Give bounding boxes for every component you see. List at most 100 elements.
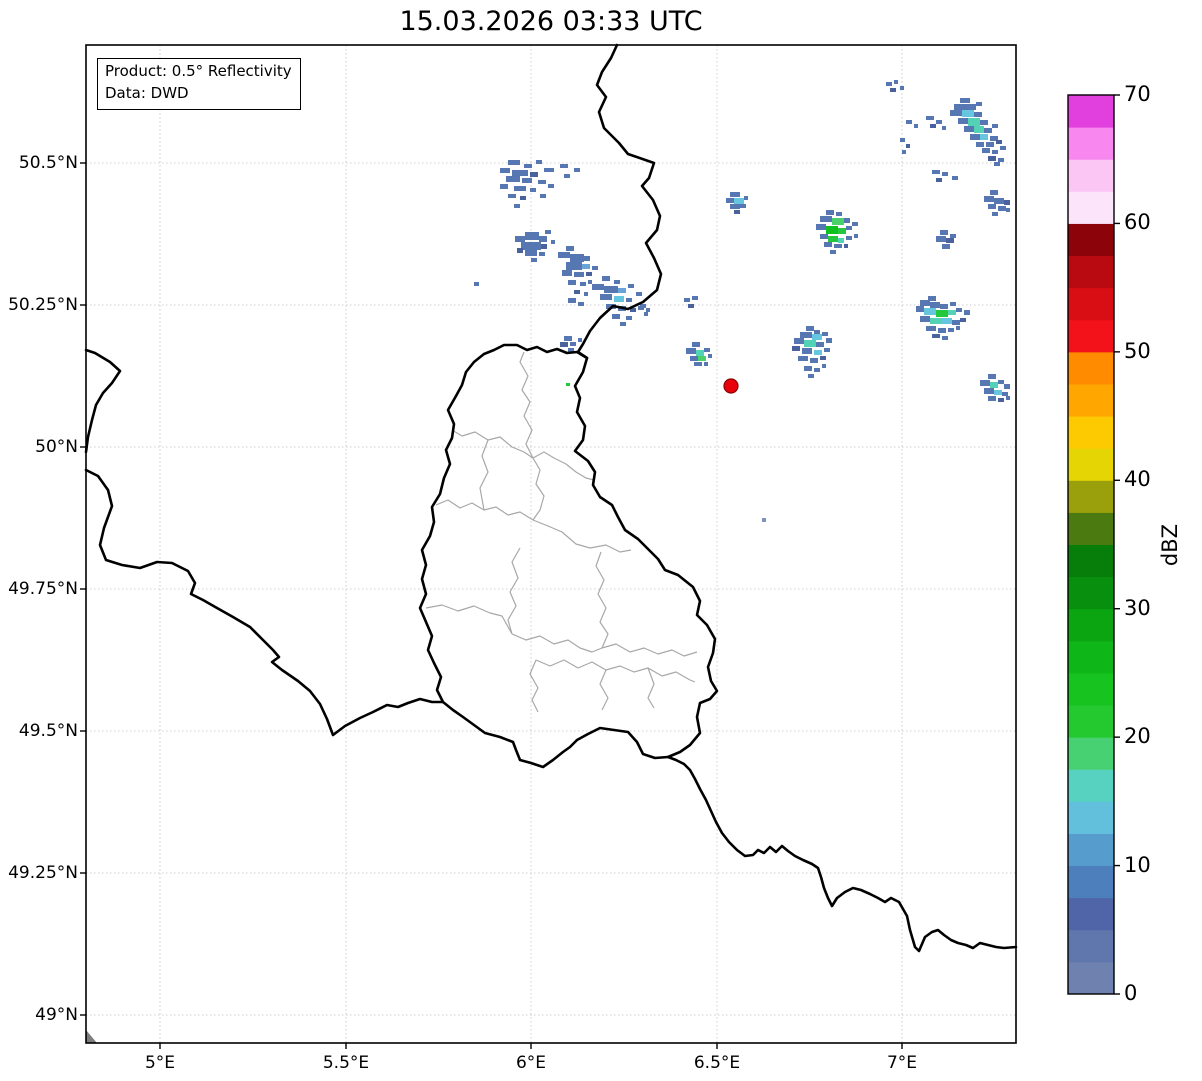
radar-echo-cell (574, 168, 580, 172)
radar-echo-cell (942, 336, 948, 340)
radar-echo-cell (474, 282, 479, 286)
radar-echo-cell (580, 282, 586, 286)
radar-echo-cell (551, 240, 555, 244)
radar-echo-cell (938, 328, 946, 333)
radar-echo-cell (1004, 384, 1010, 389)
radar-echo-cell (828, 236, 838, 242)
radar-echo-cell (952, 320, 960, 325)
radar-echo-cell (820, 234, 828, 239)
radar-echo-cell (574, 290, 580, 294)
radar-echo-cell (800, 332, 812, 338)
radar-echo-cell (924, 308, 936, 315)
radar-echo-cell (520, 196, 526, 200)
radar-echo-cell (512, 170, 528, 176)
radar-echo-cell (826, 210, 834, 215)
radar-echo-cell (524, 164, 532, 168)
radar-echo-cell (998, 206, 1006, 211)
radar-echo-cell (994, 198, 1004, 204)
radar-echo-cell (950, 110, 962, 116)
radar-echo-cell (570, 254, 584, 262)
radar-echo-cell (578, 302, 584, 306)
radar-echo-cell (582, 264, 590, 269)
radar-echo-cell (522, 178, 532, 183)
radar-echo-cell (942, 172, 948, 176)
x-tick-label: 6.5°E (693, 1053, 741, 1073)
colorbar-step (1068, 865, 1114, 899)
radar-echo-cell (538, 180, 546, 184)
radar-echo-cell (988, 156, 996, 161)
radar-echo-cell (852, 222, 858, 226)
radar-echo-cell (544, 168, 554, 172)
colorbar-step (1068, 769, 1114, 802)
radar-echo-cell (508, 160, 520, 165)
radar-echo-cell (696, 350, 704, 356)
radar-echo-cell (990, 190, 998, 195)
radar-echo-cell (920, 300, 930, 306)
radar-echo-cell (614, 296, 624, 302)
radar-echo-cell (808, 374, 814, 378)
radar-echo-cell (932, 334, 940, 338)
radar-echo-cell (692, 296, 698, 300)
colorbar-step (1068, 705, 1114, 738)
radar-echo-cell (734, 198, 744, 204)
radar-echo-cell (854, 234, 858, 238)
radar-echo-cell (618, 288, 626, 293)
y-tick-label: 49°N (35, 1005, 78, 1025)
radar-echo-cell (740, 204, 746, 208)
radar-echo-cell (966, 104, 976, 110)
radar-echo-cell (930, 318, 942, 324)
colorbar-tick-label: 50 (1124, 338, 1151, 363)
radar-echo-cell (566, 383, 570, 386)
radar-echo-cell (964, 310, 970, 315)
radar-echo-cell (942, 318, 952, 324)
map-background (86, 45, 1016, 1043)
colorbar-step (1068, 383, 1114, 417)
radar-echo-cell (584, 256, 590, 261)
colorbar-step (1068, 737, 1114, 770)
radar-echo-cell (816, 342, 824, 347)
radar-echo-cell (958, 118, 968, 124)
radar-echo-cell (948, 310, 956, 315)
radar-echo-cell (976, 102, 982, 106)
radar-echo-cell (988, 204, 996, 209)
radar-echo-cell (536, 160, 542, 164)
radar-echo-cell (548, 184, 554, 188)
annotation-box: Product: 0.5° Reflectivity Data: DWD (97, 58, 301, 110)
colorbar-step (1068, 640, 1114, 674)
radar-echo-cell (688, 304, 694, 308)
radar-echo-cell (614, 280, 620, 284)
radar-echo-cell (996, 140, 1002, 144)
radar-echo-cell (936, 120, 942, 124)
colorbar (1067, 94, 1120, 995)
radar-echo-cell (638, 306, 644, 310)
radar-echo-cell (704, 348, 710, 352)
radar-echo-cell (980, 380, 990, 386)
radar-figure: 15.03.2026 03:33 UTC Product: 0.5° Refle… (0, 0, 1202, 1081)
colorbar-step (1068, 448, 1114, 481)
radar-echo-cell (954, 104, 966, 110)
annotation-product-line: Product: 0.5° Reflectivity (105, 62, 292, 80)
colorbar-step (1068, 191, 1114, 224)
colorbar-step (1068, 255, 1114, 289)
radar-echo-cell (920, 316, 930, 322)
radar-echo-cell (974, 112, 982, 117)
radar-echo-cell (539, 252, 545, 256)
radar-echo-cell (514, 204, 520, 208)
colorbar-step (1068, 801, 1114, 834)
colorbar-step (1068, 544, 1114, 578)
radar-echo-cell (844, 218, 850, 223)
radar-echo-cell (798, 356, 808, 361)
radar-echo-cell (886, 82, 892, 86)
colorbar-step (1068, 576, 1114, 610)
radar-echo-cell (568, 280, 576, 285)
y-tick-label: 50.5°N (18, 153, 78, 173)
colorbar-tick-label: 10 (1124, 852, 1151, 877)
radar-echo-cell (566, 246, 574, 251)
radar-echo-cell (564, 174, 570, 178)
radar-echo-cell (846, 236, 852, 240)
radar-echo-cell (644, 312, 648, 316)
radar-echo-cell (694, 362, 702, 366)
colorbar-step (1068, 672, 1114, 706)
radar-echo-cell (998, 158, 1004, 162)
radar-echo-cell (948, 328, 954, 332)
